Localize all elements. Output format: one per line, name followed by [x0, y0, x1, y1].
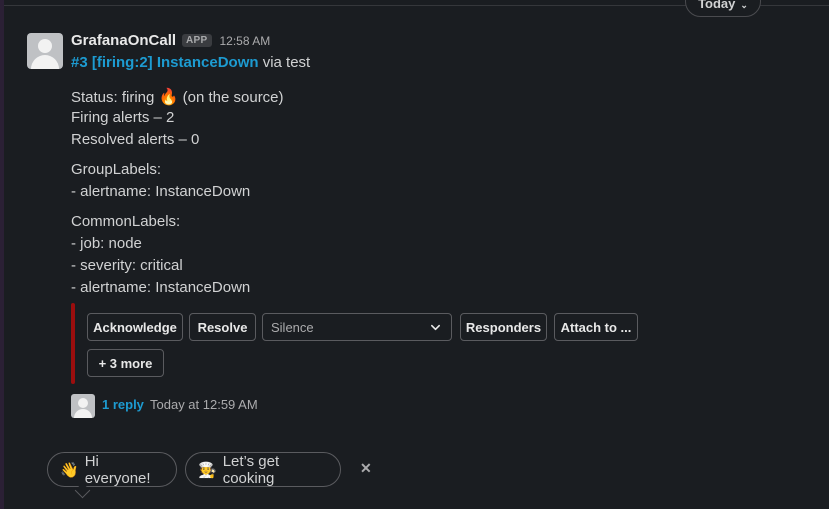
reply-avatar-body	[74, 409, 92, 418]
status-prefix: Status: firing	[71, 89, 159, 106]
status-line: Status: firing 🔥 (on the source)	[71, 87, 284, 107]
group-labels-heading: GroupLabels:	[71, 161, 162, 178]
waving-hand-icon: 👋	[60, 461, 79, 479]
suggestion-label: Let’s get cooking	[222, 452, 280, 487]
resolve-button[interactable]: Resolve	[189, 313, 256, 341]
reply-avatar[interactable]	[71, 394, 95, 418]
common-label-item: - severity: critical	[71, 257, 183, 274]
silence-select-value: Silence	[271, 319, 314, 335]
responders-button[interactable]: Responders	[460, 313, 547, 341]
title-suffix: via test	[258, 54, 311, 71]
group-label-item: - alertname: InstanceDown	[71, 183, 251, 200]
common-label-item: - alertname: InstanceDown	[71, 279, 251, 296]
date-divider-button[interactable]: Today ⌄	[685, 0, 761, 17]
common-label-item: - job: node	[71, 235, 142, 252]
silence-select[interactable]: Silence	[262, 313, 452, 341]
suggestion-lets-get-cooking[interactable]: 🧑‍🍳 Let’s get cooking	[185, 452, 341, 487]
common-labels-heading: CommonLabels:	[71, 213, 181, 230]
date-divider-label: Today	[698, 0, 736, 11]
firing-alerts: Firing alerts – 2	[71, 109, 175, 126]
thread-replies-link[interactable]: 1 reply	[102, 397, 144, 412]
message-title: #3 [firing:2] InstanceDown via test	[71, 54, 310, 71]
app-badge: APP	[182, 34, 212, 47]
message-timestamp[interactable]: 12:58 AM	[220, 34, 271, 48]
avatar[interactable]	[27, 33, 63, 69]
sender-name[interactable]: GrafanaOnCall	[71, 32, 176, 49]
alert-group-link[interactable]: #3 [firing:2] InstanceDown	[71, 54, 259, 71]
chevron-down-icon	[431, 324, 440, 330]
window-left-edge	[0, 0, 4, 509]
avatar-head	[38, 39, 52, 53]
reply-avatar-head	[78, 398, 88, 408]
chevron-down-icon: ⌄	[740, 0, 748, 10]
more-actions-button[interactable]: + 3 more	[87, 349, 164, 377]
avatar-body	[31, 55, 59, 69]
thread-last-reply-time: Today at 12:59 AM	[150, 397, 258, 412]
cook-icon: 🧑‍🍳	[198, 461, 217, 479]
fire-icon: 🔥	[158, 89, 179, 106]
message-header: GrafanaOnCall APP 12:58 AM	[71, 32, 270, 49]
acknowledge-button[interactable]: Acknowledge	[87, 313, 183, 341]
suggestion-label: Hi everyone!	[84, 452, 151, 487]
close-icon[interactable]: ✕	[360, 460, 372, 477]
attachment-accent-bar	[71, 303, 75, 384]
status-suffix: (on the source)	[178, 89, 284, 106]
resolved-alerts: Resolved alerts – 0	[71, 131, 200, 148]
attach-to-button[interactable]: Attach to ...	[554, 313, 638, 341]
suggestion-hi-everyone[interactable]: 👋 Hi everyone!	[47, 452, 177, 487]
